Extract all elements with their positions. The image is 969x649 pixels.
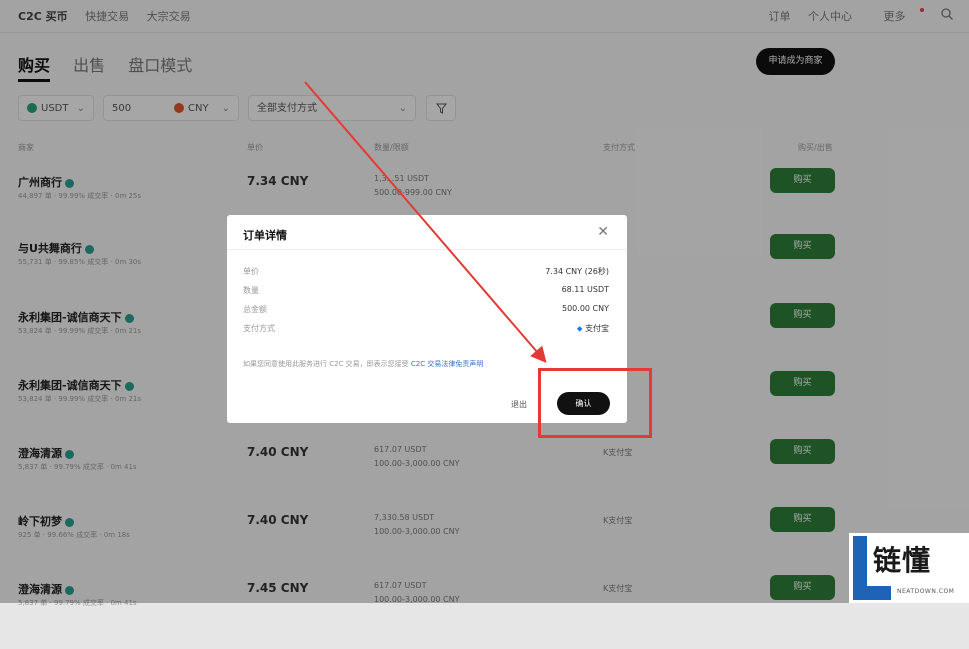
logo-mark-base bbox=[853, 586, 891, 600]
logo-subtext: NEATDOWN.COM bbox=[897, 588, 955, 595]
annotation-arrow bbox=[304, 81, 547, 364]
logo-text: 链懂 bbox=[873, 544, 932, 577]
watermark-logo: 链懂 NEATDOWN.COM bbox=[849, 533, 969, 603]
